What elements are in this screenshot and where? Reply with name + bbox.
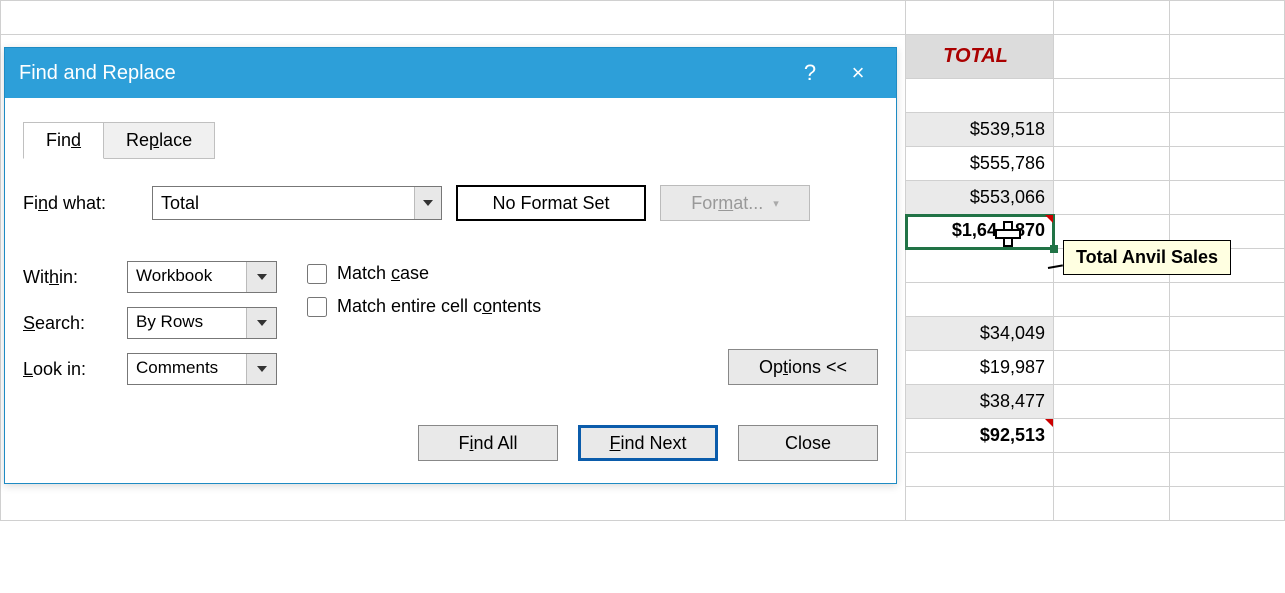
match-case-label: Match case (337, 263, 429, 284)
find-all-button[interactable]: Find All (418, 425, 558, 461)
match-case-checkbox[interactable]: Match case (307, 263, 541, 284)
chevron-down-icon[interactable] (246, 262, 276, 292)
within-select[interactable]: Workbook (127, 261, 277, 293)
search-label: Search: (23, 313, 113, 334)
cell-value[interactable]: $19,987 (906, 351, 1054, 385)
close-button[interactable]: Close (738, 425, 878, 461)
cell-value[interactable]: $38,477 (906, 385, 1054, 419)
cell-cursor-icon (995, 221, 1017, 243)
close-window-button[interactable]: × (834, 48, 882, 98)
format-button[interactable]: Format... ▾ (660, 185, 810, 221)
chevron-down-icon[interactable] (246, 354, 276, 384)
dialog-titlebar[interactable]: Find and Replace ? × (5, 48, 896, 98)
find-next-button[interactable]: Find Next (578, 425, 718, 461)
cell-value[interactable]: $34,049 (906, 317, 1054, 351)
lookin-select[interactable]: Comments (127, 353, 277, 385)
comment-tooltip: Total Anvil Sales (1063, 240, 1231, 275)
find-what-combo[interactable] (152, 186, 442, 220)
column-header-total[interactable]: TOTAL (906, 35, 1054, 79)
match-case-input[interactable] (307, 264, 327, 284)
find-what-input[interactable] (153, 187, 414, 219)
find-what-label: Find what: (23, 193, 138, 214)
chevron-down-icon[interactable] (246, 308, 276, 338)
dialog-title: Find and Replace (19, 62, 176, 85)
cell-value[interactable]: $539,518 (906, 113, 1054, 147)
dialog-tabs: Find Replace (23, 122, 878, 159)
help-button[interactable]: ? (786, 48, 834, 98)
tab-find[interactable]: Find (23, 122, 104, 159)
within-label: Within: (23, 267, 113, 288)
cell-value[interactable]: $555,786 (906, 147, 1054, 181)
find-replace-dialog: Find and Replace ? × Find Replace Find w… (4, 47, 897, 484)
cell-value[interactable]: $92,513 (906, 419, 1054, 453)
match-entire-label: Match entire cell contents (337, 296, 541, 317)
active-cell[interactable]: $1,64870 (906, 215, 1054, 249)
search-select[interactable]: By Rows (127, 307, 277, 339)
match-entire-checkbox[interactable]: Match entire cell contents (307, 296, 541, 317)
cell-value[interactable]: $553,066 (906, 181, 1054, 215)
tab-replace[interactable]: Replace (104, 122, 215, 159)
chevron-down-icon[interactable] (414, 187, 441, 219)
match-entire-input[interactable] (307, 297, 327, 317)
format-preview-box: No Format Set (456, 185, 646, 221)
options-toggle-button[interactable]: Options << (728, 349, 878, 385)
lookin-label: Look in: (23, 359, 113, 380)
